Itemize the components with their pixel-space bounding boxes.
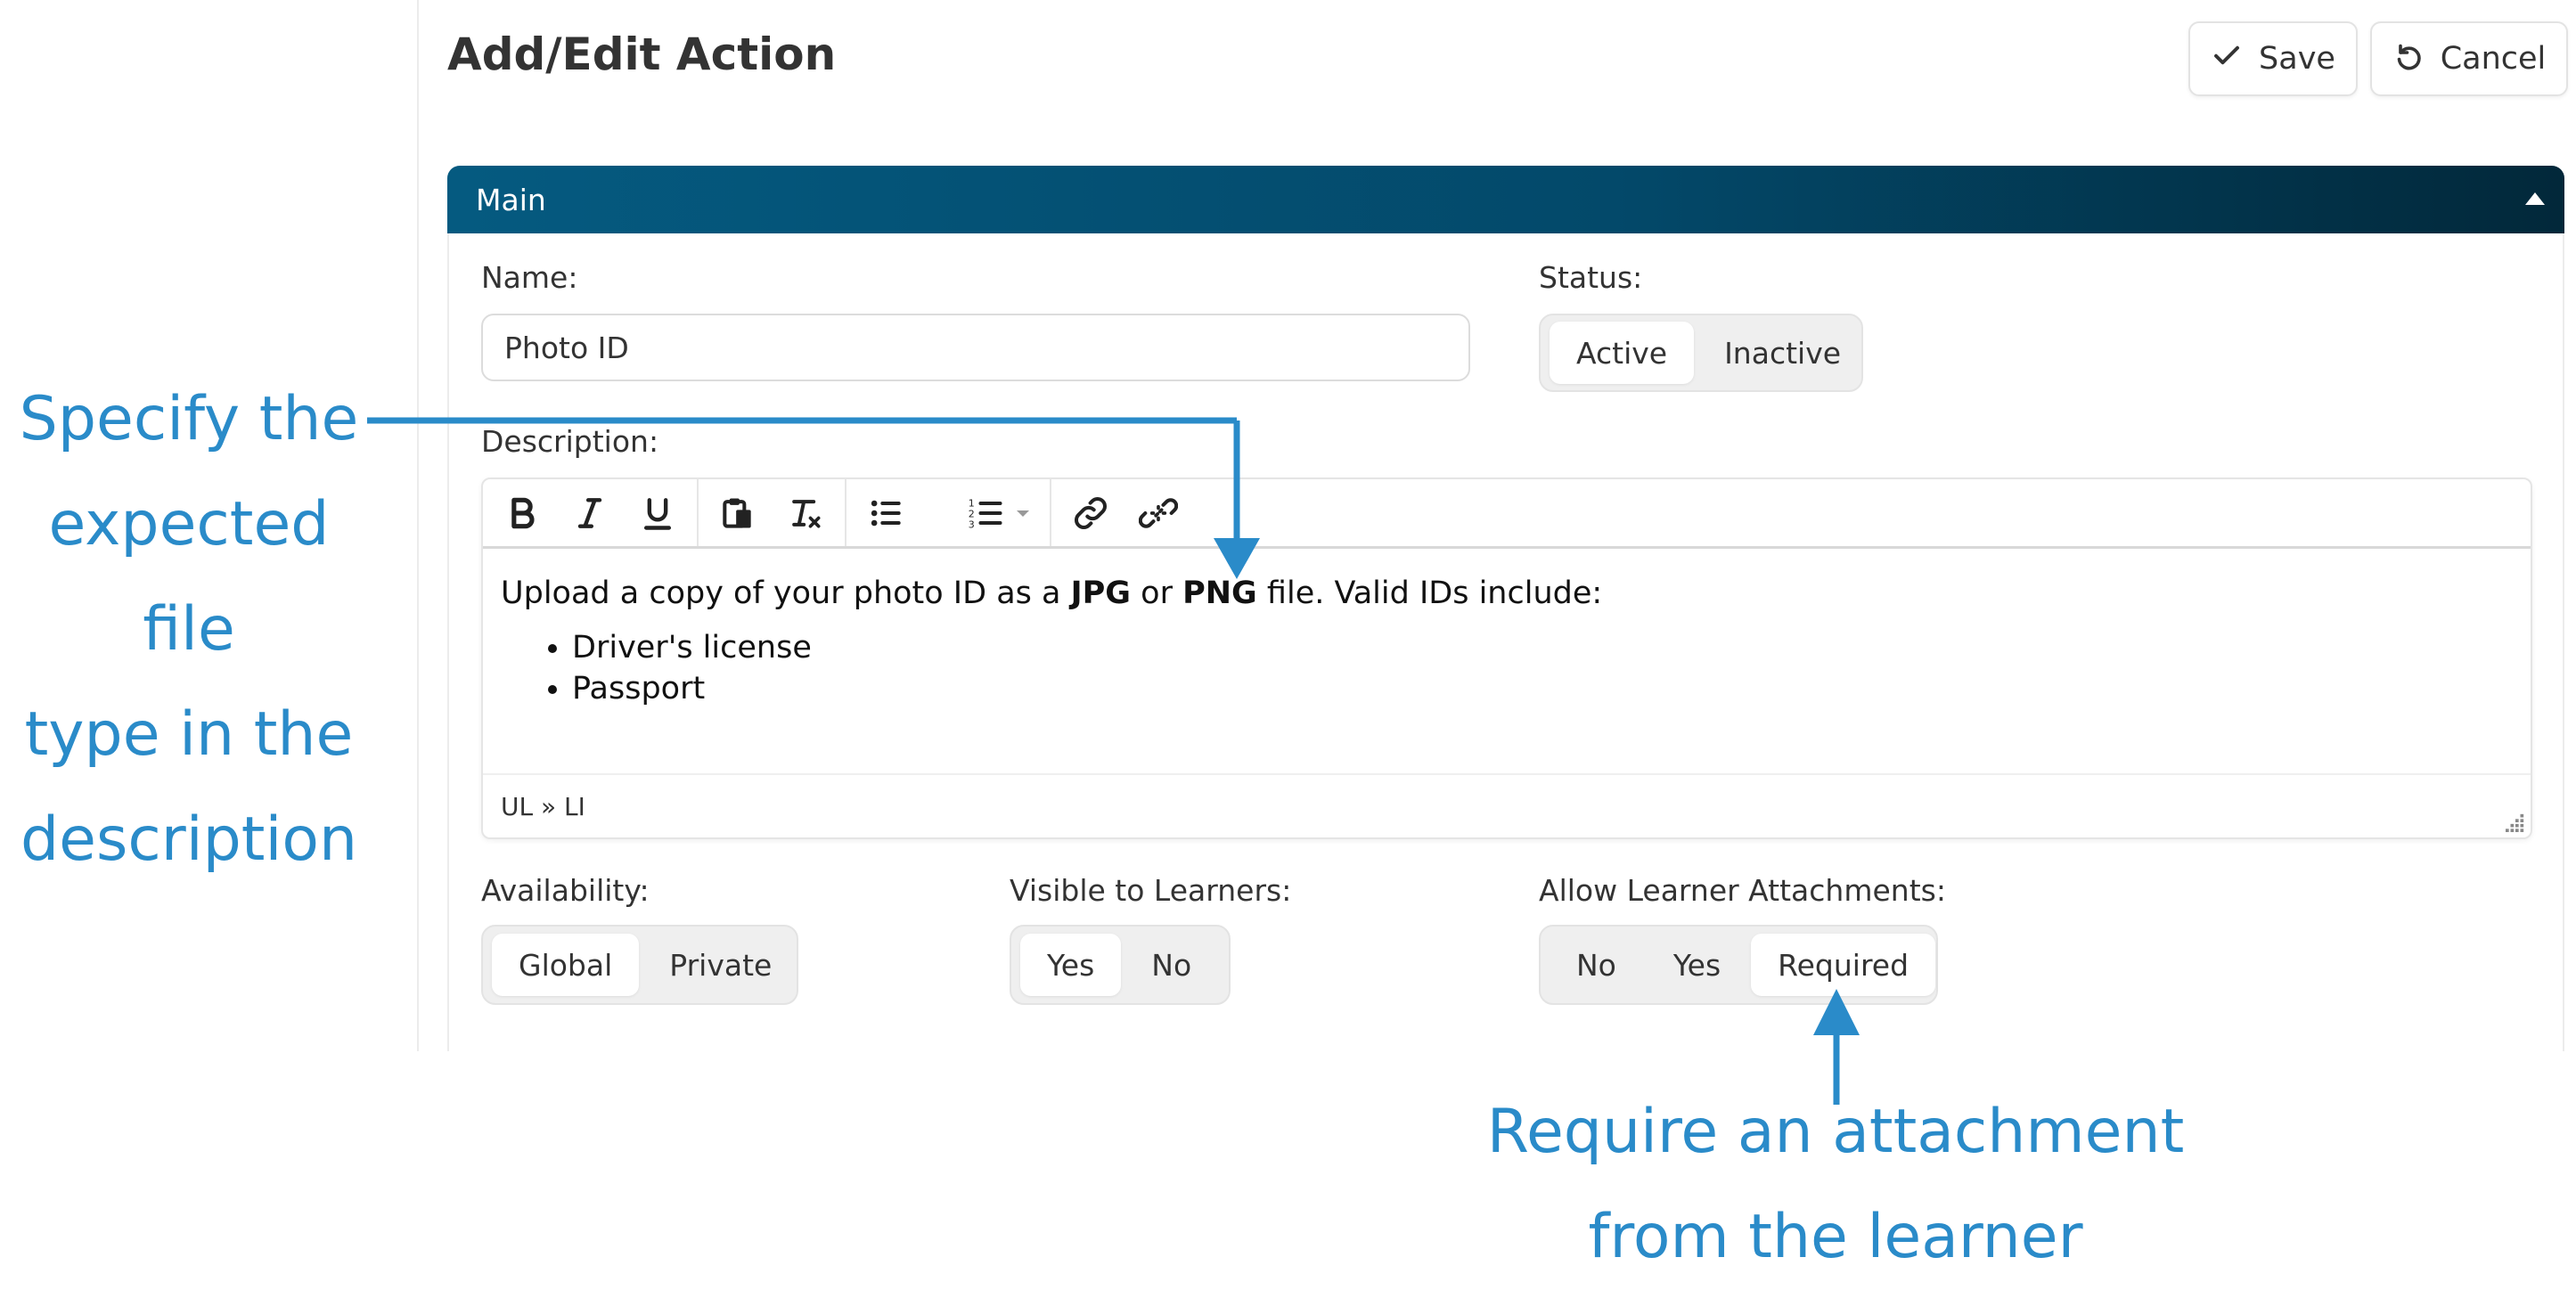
numbered-list-icon: 123: [969, 497, 1002, 530]
editor-content[interactable]: Upload a copy of your photo ID as a JPG …: [483, 551, 2531, 764]
save-button-label: Save: [2259, 41, 2335, 77]
resize-grip-icon[interactable]: [2506, 812, 2525, 832]
description-bold-png: PNG: [1182, 576, 1257, 611]
description-text-suffix: file. Valid IDs include:: [1266, 576, 1603, 611]
learner-attachments-toggle: No Yes Required: [1539, 925, 1938, 1005]
status-option-inactive[interactable]: Inactive: [1697, 322, 1868, 384]
attachments-option-yes[interactable]: Yes: [1647, 934, 1747, 996]
annotation-line: Specify the: [19, 384, 359, 454]
description-paragraph: Upload a copy of your photo ID as a JPG …: [501, 576, 2513, 611]
check-icon: [2211, 39, 2243, 79]
list-item: Driver's license: [572, 627, 2513, 668]
clear-format-button[interactable]: [772, 485, 839, 542]
paste-icon: [723, 498, 751, 528]
annotation-line: from the learner: [1588, 1202, 2083, 1272]
bullet-list-icon: [871, 500, 901, 526]
name-label: Name:: [481, 260, 578, 295]
svg-text:3: 3: [969, 518, 975, 530]
element-path-text: UL » LI: [501, 791, 585, 821]
underline-icon: [643, 497, 672, 530]
section-title: Main: [476, 182, 546, 217]
editor-toolbar: 123: [483, 479, 2531, 549]
section-header-main[interactable]: Main: [447, 166, 2564, 233]
annotation-bottom: Require an attachment from the learner: [1390, 1080, 2281, 1290]
availability-toggle: Global Private: [481, 925, 798, 1005]
bullet-list-button[interactable]: [852, 485, 920, 542]
italic-button[interactable]: [556, 485, 624, 542]
visible-option-yes[interactable]: Yes: [1020, 934, 1122, 996]
chevron-down-icon: [1017, 510, 1029, 517]
visible-option-no[interactable]: No: [1124, 934, 1218, 996]
numbered-list-button[interactable]: 123: [955, 485, 1044, 542]
bold-button[interactable]: [488, 485, 556, 542]
learner-attachments-label: Allow Learner Attachments:: [1539, 873, 1946, 908]
cancel-button-label: Cancel: [2440, 41, 2547, 77]
annotation-line: type in the: [24, 699, 354, 770]
description-editor: 123 Upload a copy of your photo ID as a …: [481, 478, 2532, 839]
status-option-active[interactable]: Active: [1550, 322, 1695, 384]
cancel-button[interactable]: Cancel: [2370, 21, 2568, 96]
link-icon: [1075, 496, 1107, 529]
link-button[interactable]: [1057, 485, 1124, 542]
undo-icon: [2392, 39, 2425, 79]
description-bold-jpg: JPG: [1070, 576, 1132, 611]
editor-element-path: UL » LI: [483, 773, 2531, 837]
attachments-option-no[interactable]: No: [1550, 934, 1643, 996]
availability-label: Availability:: [481, 873, 650, 908]
name-input[interactable]: [481, 314, 1470, 381]
bold-icon: [511, 497, 535, 528]
visible-to-learners-toggle: Yes No: [1010, 925, 1231, 1005]
status-toggle: Active Inactive: [1539, 314, 1863, 392]
description-label: Description:: [481, 424, 659, 459]
status-label: Status:: [1539, 260, 1643, 295]
unlink-icon: [1139, 497, 1178, 528]
visible-to-learners-label: Visible to Learners:: [1010, 873, 1292, 908]
annotation-line: description: [20, 804, 358, 875]
description-list: Driver's license Passport: [501, 627, 2513, 709]
attachments-option-required[interactable]: Required: [1751, 934, 1936, 996]
list-item: Passport: [572, 668, 2513, 709]
collapse-triangle-icon[interactable]: [2525, 192, 2545, 205]
paste-button[interactable]: [704, 485, 772, 542]
save-button[interactable]: Save: [2188, 21, 2358, 96]
annotation-line: expected file: [48, 489, 330, 665]
annotation-line: Require an attachment: [1486, 1097, 2185, 1167]
annotation-left: Specify the expected file type in the de…: [0, 367, 378, 893]
unlink-button[interactable]: [1124, 485, 1192, 542]
description-text: Upload a copy of your photo ID as a: [501, 576, 1061, 611]
underline-button[interactable]: [624, 485, 691, 542]
availability-option-private[interactable]: Private: [642, 934, 798, 996]
description-text-or: or: [1141, 576, 1173, 611]
availability-option-global[interactable]: Global: [492, 934, 640, 996]
page-title: Add/Edit Action: [447, 29, 837, 80]
clear-format-icon: [792, 499, 821, 527]
italic-icon: [577, 497, 602, 528]
